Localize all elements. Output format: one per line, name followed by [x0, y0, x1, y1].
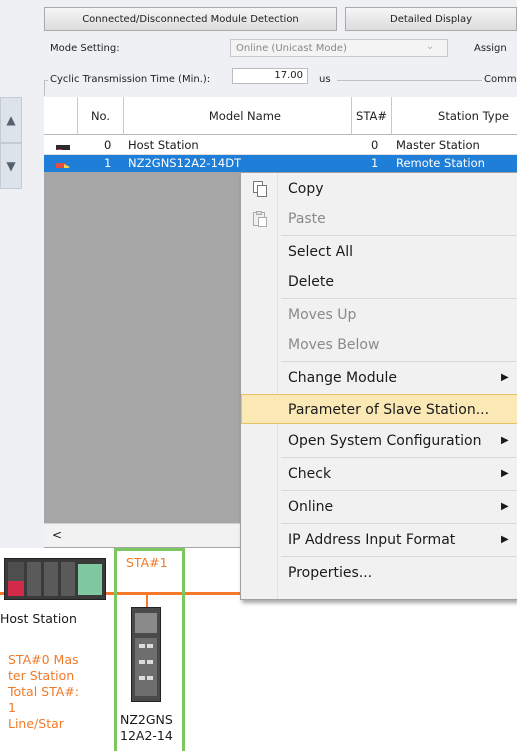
menu-item-change-module[interactable]: Change Module ▶ [241, 363, 517, 393]
cyclic-time-label: Cyclic Transmission Time (Min.): [50, 74, 211, 85]
mode-setting-value: Online (Unicast Mode) [236, 42, 347, 54]
row-sta: 0 [371, 138, 379, 152]
copy-icon [253, 181, 267, 197]
row-sta: 1 [371, 156, 379, 170]
row-model-name: NZ2GNS12A2-14DT [128, 156, 242, 170]
table-row[interactable]: 0 Host Station 0 Master Station [44, 135, 517, 155]
menu-item-open-system-configuration[interactable]: Open System Configuration ▶ [241, 426, 517, 456]
host-station-label: Host Station [0, 611, 77, 626]
menu-separator [281, 235, 517, 236]
menu-item-check[interactable]: Check ▶ [241, 459, 517, 489]
menu-item-copy[interactable]: Copy [241, 174, 517, 204]
menu-item-paste[interactable]: Paste [241, 204, 517, 234]
menu-item-moves-below[interactable]: Moves Below [241, 330, 517, 360]
menu-separator [281, 556, 517, 557]
table-row-selected[interactable]: 1 NZ2GNS12A2-14DT 1 Remote Station [44, 155, 517, 172]
mode-setting-select[interactable]: Online (Unicast Mode) ⌄ [230, 39, 448, 57]
paste-icon [253, 211, 267, 227]
chevron-down-icon: ⌄ [426, 41, 435, 52]
row-no: 1 [104, 156, 112, 170]
context-menu: Copy Paste Select All Delete Moves Up Mo… [240, 172, 517, 600]
triangle-up-icon: ▲ [6, 113, 16, 127]
submenu-arrow-icon: ▶ [501, 435, 509, 446]
header-station-type[interactable]: Station Type [392, 97, 517, 135]
row-station-type: Remote Station [396, 156, 485, 170]
mode-setting-label: Mode Setting: [50, 43, 120, 54]
sta1-label: STA#1 [126, 555, 168, 570]
master-station-info: STA#0 Mas ter Station Total STA#: 1 Line… [8, 652, 80, 731]
remote-module-device [131, 607, 161, 702]
header-model-name[interactable]: Model Name [124, 97, 352, 135]
menu-separator [281, 523, 517, 524]
menu-separator [281, 298, 517, 299]
menu-item-parameter-of-slave-station[interactable]: Parameter of Slave Station... [241, 394, 517, 424]
move-up-button[interactable]: ▲ [0, 97, 22, 143]
submenu-arrow-icon: ▶ [501, 501, 509, 512]
submenu-arrow-icon: ▶ [501, 468, 509, 479]
connected-module-detection-button[interactable]: Connected/Disconnected Module Detection [44, 7, 337, 31]
cyclic-time-unit: us [319, 74, 331, 85]
drop-line [146, 595, 148, 607]
row-no: 0 [104, 138, 112, 152]
menu-item-ip-address-input-format[interactable]: IP Address Input Format ▶ [241, 525, 517, 555]
menu-separator [281, 361, 517, 362]
group-frame [44, 80, 48, 96]
submenu-arrow-icon: ▶ [501, 534, 509, 545]
menu-item-select-all[interactable]: Select All [241, 237, 517, 267]
menu-item-moves-up[interactable]: Moves Up [241, 300, 517, 330]
menu-item-properties[interactable]: Properties... [241, 558, 517, 588]
grid-header: No. Model Name STA# Station Type [44, 97, 517, 135]
menu-separator [281, 457, 517, 458]
row-model-name: Host Station [128, 138, 199, 152]
detailed-display-button[interactable]: Detailed Display [345, 7, 517, 31]
module-label: NZ2GNS 12A2-14 [120, 712, 173, 743]
move-down-button[interactable]: ▼ [0, 143, 22, 189]
triangle-down-icon: ▼ [6, 159, 16, 173]
menu-item-delete[interactable]: Delete [241, 267, 517, 297]
remote-station-icon [56, 158, 70, 168]
host-station-icon [56, 140, 70, 150]
scroll-left-icon[interactable]: < [52, 528, 62, 542]
submenu-arrow-icon: ▶ [501, 372, 509, 383]
group-divider [337, 80, 482, 81]
header-no[interactable]: No. [78, 97, 124, 135]
communication-label: Commu [484, 74, 517, 85]
row-station-type: Master Station [396, 138, 480, 152]
cyclic-time-value: 17.00 [232, 68, 308, 84]
header-sta[interactable]: STA# [352, 97, 392, 135]
assign-label: Assign [474, 43, 507, 54]
menu-separator [281, 490, 517, 491]
header-icon-column [44, 97, 78, 135]
host-station-device [4, 558, 106, 600]
menu-item-online[interactable]: Online ▶ [241, 492, 517, 522]
